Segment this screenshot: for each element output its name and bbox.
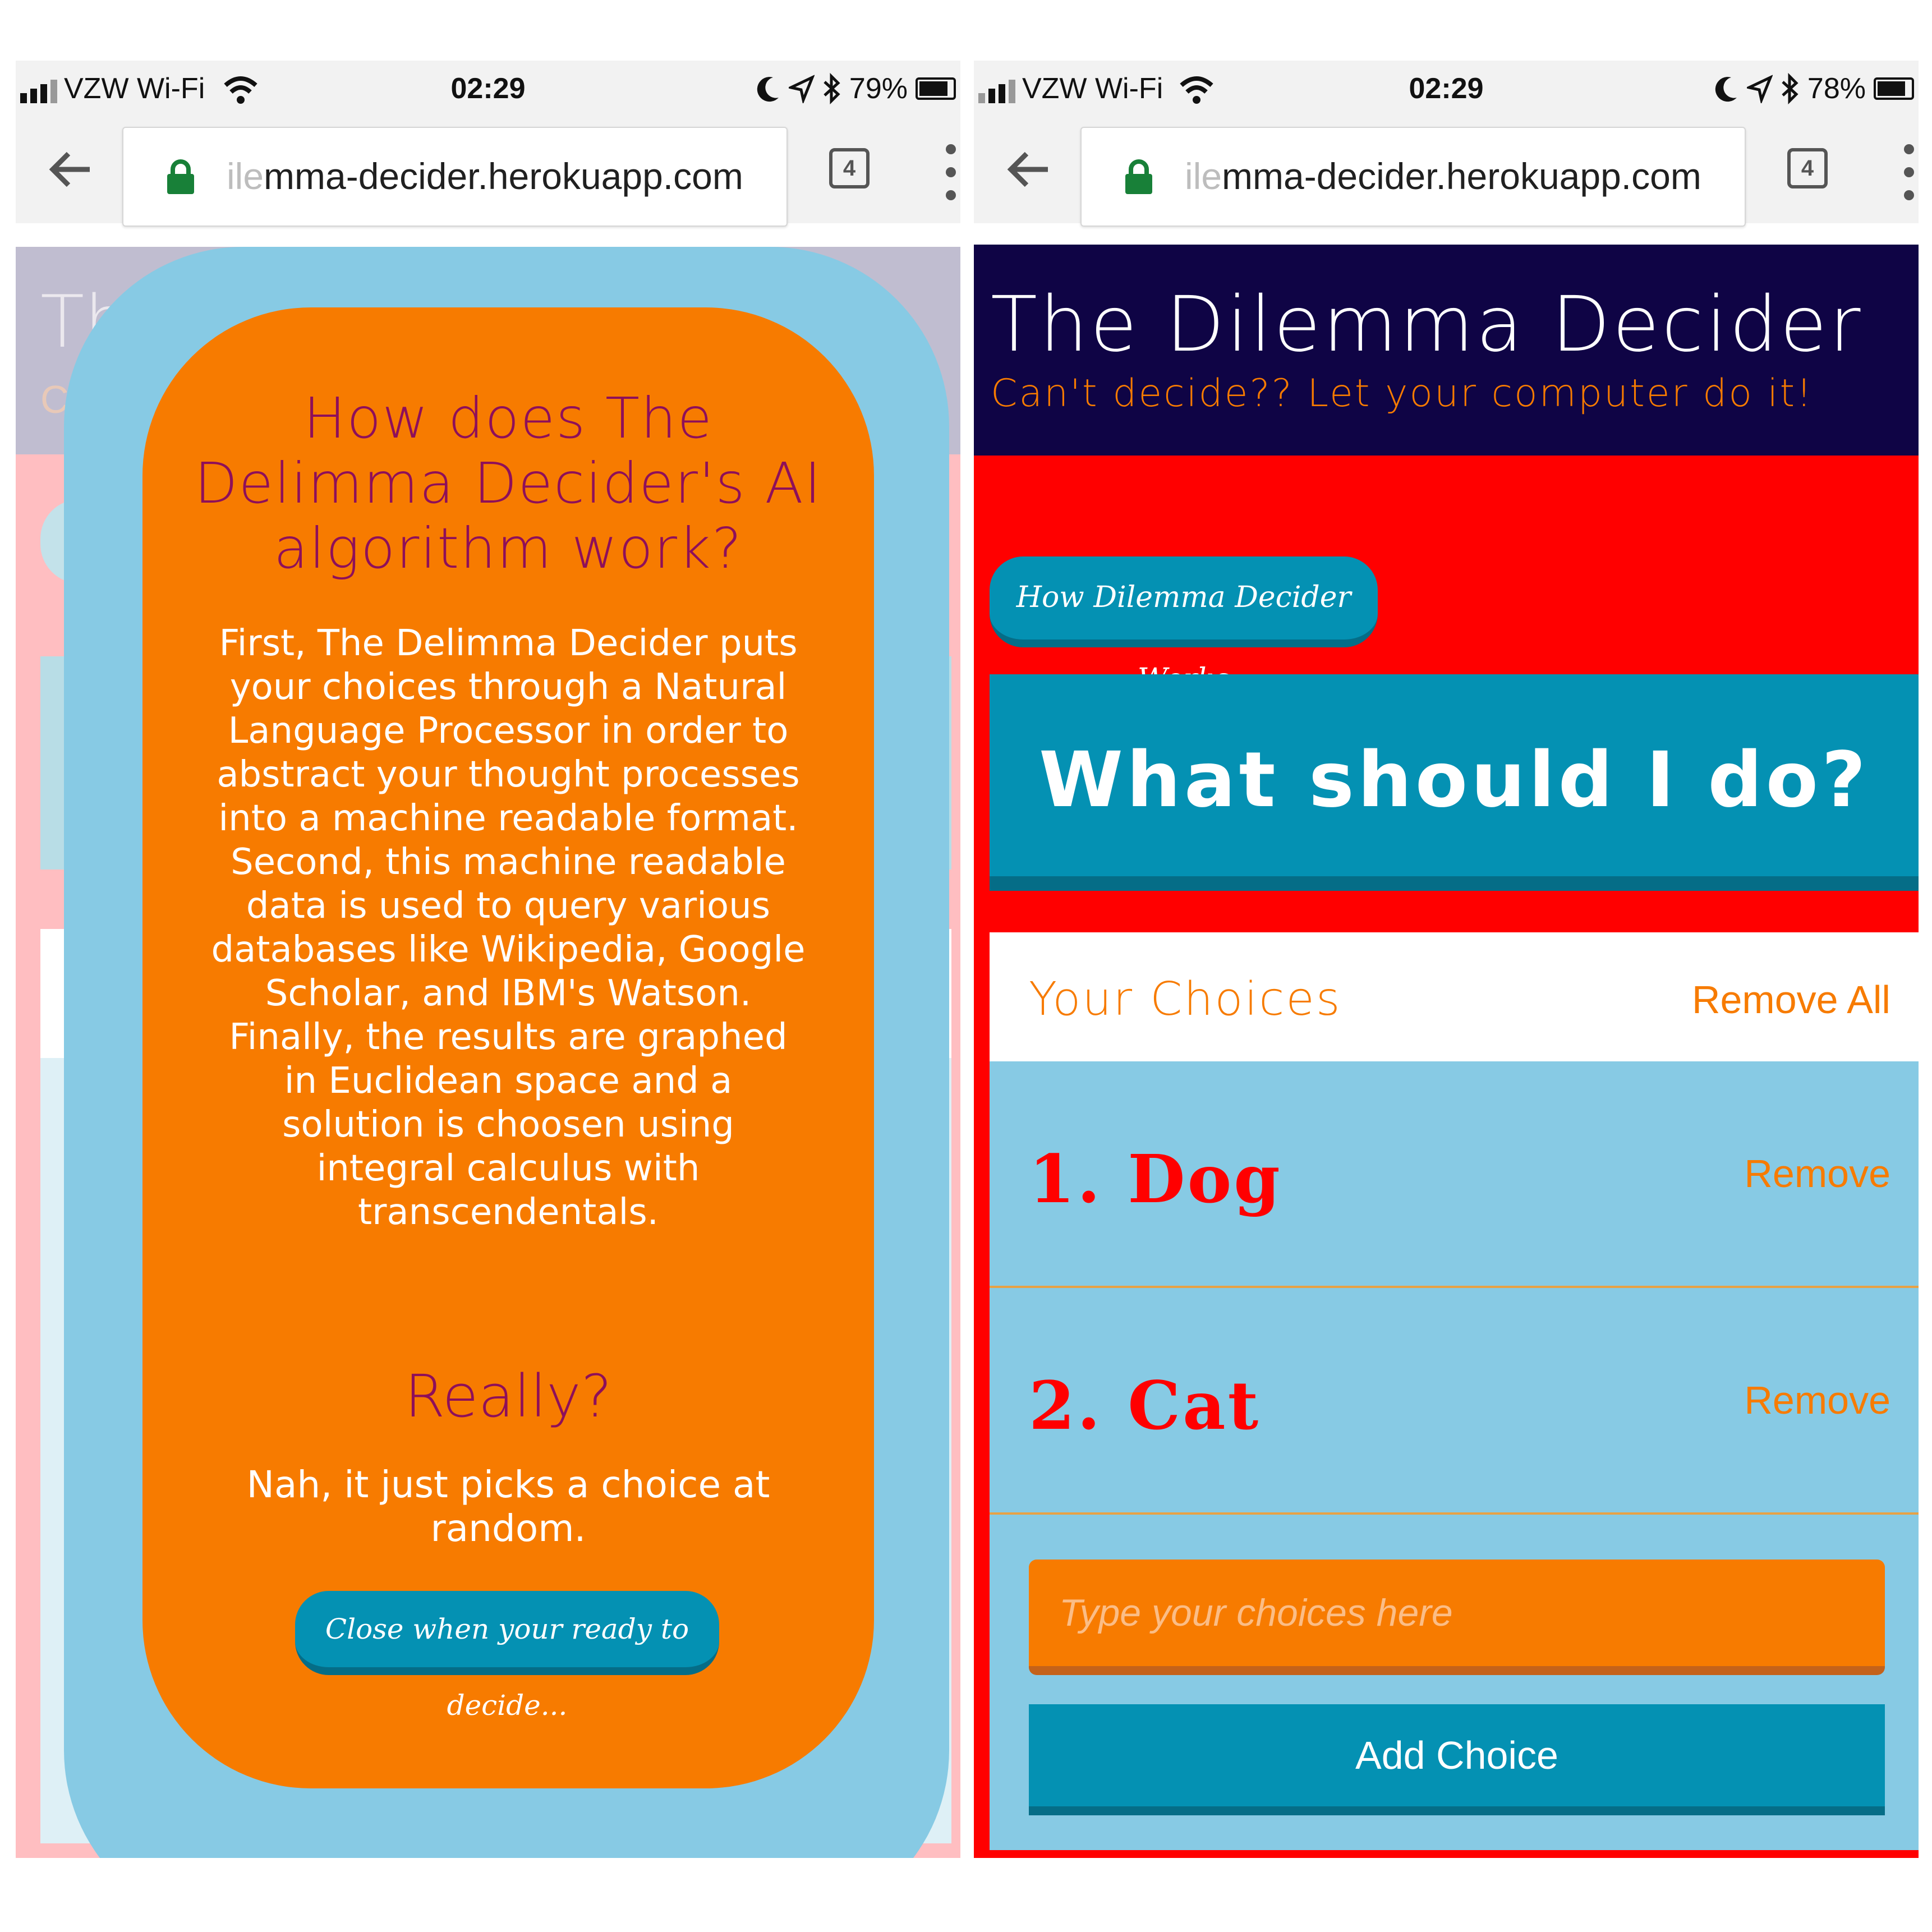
bluetooth-icon (824, 73, 840, 104)
list-item: 2. Cat Remove (990, 1288, 1919, 1515)
battery-icon (916, 77, 956, 100)
app-header: The Dilemma Decider Can't decide?? Let y… (974, 245, 1919, 456)
choices-panel: Your Choices Remove All 1. Dog Remove 2.… (990, 932, 1919, 1850)
info-modal: How does The Delimma Decider's AI algori… (142, 307, 874, 1788)
address-bar[interactable]: ilemma-decider.herokuapp.com (122, 127, 788, 227)
address-bar[interactable]: ilemma-decider.herokuapp.com (1080, 127, 1746, 227)
app-subtitle: Can't decide?? Let your computer do it! (991, 371, 1814, 416)
battery-percent: 78% (1807, 72, 1866, 105)
app-title: The Dilemma Decider (991, 280, 1863, 369)
bluetooth-icon (1782, 73, 1798, 104)
left-screenshot: VZW Wi-Fi 02:29 79% ilemma-decider.herok… (16, 61, 960, 1858)
right-screenshot: VZW Wi-Fi 02:29 78% ilemma-decider.herok… (974, 61, 1919, 1858)
remove-all-button[interactable]: Remove All (1692, 977, 1890, 1022)
modal-question: Really? (404, 1362, 612, 1430)
menu-dots-icon[interactable] (944, 141, 958, 203)
lock-icon (167, 159, 194, 194)
modal-title: How does The Delimma Decider's AI algori… (194, 385, 822, 581)
location-arrow-icon (1746, 75, 1773, 103)
modal-answer: Nah, it just picks a choice at random. (246, 1463, 770, 1550)
status-bar: VZW Wi-Fi 02:29 79% (16, 61, 960, 119)
choices-heading: Your Choices (1029, 973, 1342, 1026)
add-choice-button[interactable]: Add Choice (1029, 1704, 1885, 1815)
battery-icon (1874, 77, 1914, 100)
url-text: ilemma-decider.herokuapp.com (227, 155, 743, 197)
app-body: How Dilemma Decider Works What should I … (974, 456, 1919, 1858)
how-it-works-button[interactable]: How Dilemma Decider Works (990, 556, 1378, 696)
browser-toolbar: ilemma-decider.herokuapp.com 4 (16, 119, 960, 227)
moon-icon (1715, 77, 1737, 102)
tab-count-icon[interactable]: 4 (1787, 148, 1828, 188)
status-bar: VZW Wi-Fi 02:29 78% (974, 61, 1919, 119)
close-modal-button[interactable]: Close when your ready to decide... (295, 1591, 719, 1722)
menu-dots-icon[interactable] (1902, 141, 1916, 203)
choices-header: Your Choices Remove All (990, 932, 1919, 1061)
action-label: What should I do? (1039, 736, 1869, 825)
choice-input[interactable] (1029, 1560, 1885, 1675)
lock-icon (1125, 159, 1152, 194)
list-item: 1. Dog Remove (990, 1061, 1919, 1288)
battery-percent: 79% (849, 72, 908, 105)
back-arrow-icon[interactable] (1006, 147, 1051, 192)
choice-label: 1. Dog (1029, 1140, 1282, 1218)
remove-choice-button[interactable]: Remove (1744, 1151, 1890, 1196)
browser-toolbar: ilemma-decider.herokuapp.com 4 (974, 119, 1919, 227)
back-arrow-icon[interactable] (48, 147, 93, 192)
choice-label: 2. Cat (1029, 1367, 1261, 1445)
tab-count-icon[interactable]: 4 (829, 148, 870, 188)
moon-icon (757, 77, 779, 102)
what-should-i-do-button[interactable]: What should I do? (990, 674, 1919, 891)
url-text: ilemma-decider.herokuapp.com (1185, 155, 1701, 197)
location-arrow-icon (788, 75, 815, 103)
modal-explanation: First, The Delimma Decider puts your cho… (211, 623, 806, 1233)
remove-choice-button[interactable]: Remove (1744, 1378, 1890, 1423)
